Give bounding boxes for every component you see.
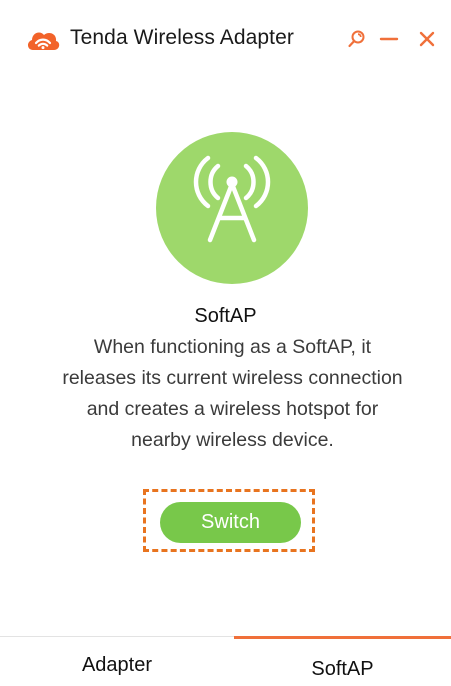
tenda-logo-icon (26, 28, 60, 52)
tab-adapter[interactable]: Adapter (0, 637, 234, 686)
pin-icon[interactable] (344, 26, 370, 52)
tab-softap[interactable]: SoftAP (234, 636, 451, 686)
close-icon (419, 31, 435, 47)
minimize-button[interactable] (376, 26, 402, 52)
tenda-adapter-window: Tenda Wireless Adapter SoftAP When funct… (0, 0, 451, 686)
app-title: Tenda Wireless Adapter (70, 26, 294, 49)
description-line: releases its current wireless connection (62, 367, 403, 389)
mode-title: SoftAP (194, 305, 257, 327)
description-line: and creates a wireless hotspot for (86, 398, 379, 420)
close-button[interactable] (414, 26, 440, 52)
mode-tabs: Adapter SoftAP (0, 636, 451, 686)
minimize-icon (379, 37, 399, 41)
description-line: When functioning as a SoftAP, it (93, 336, 372, 358)
antenna-tower-icon (193, 155, 271, 243)
softap-mode-badge (156, 132, 308, 284)
description-line: nearby wireless device. (131, 429, 334, 451)
mode-description: When functioning as a SoftAP, it release… (30, 332, 435, 456)
switch-button[interactable]: Switch (160, 502, 301, 543)
title-bar: Tenda Wireless Adapter (0, 0, 451, 78)
